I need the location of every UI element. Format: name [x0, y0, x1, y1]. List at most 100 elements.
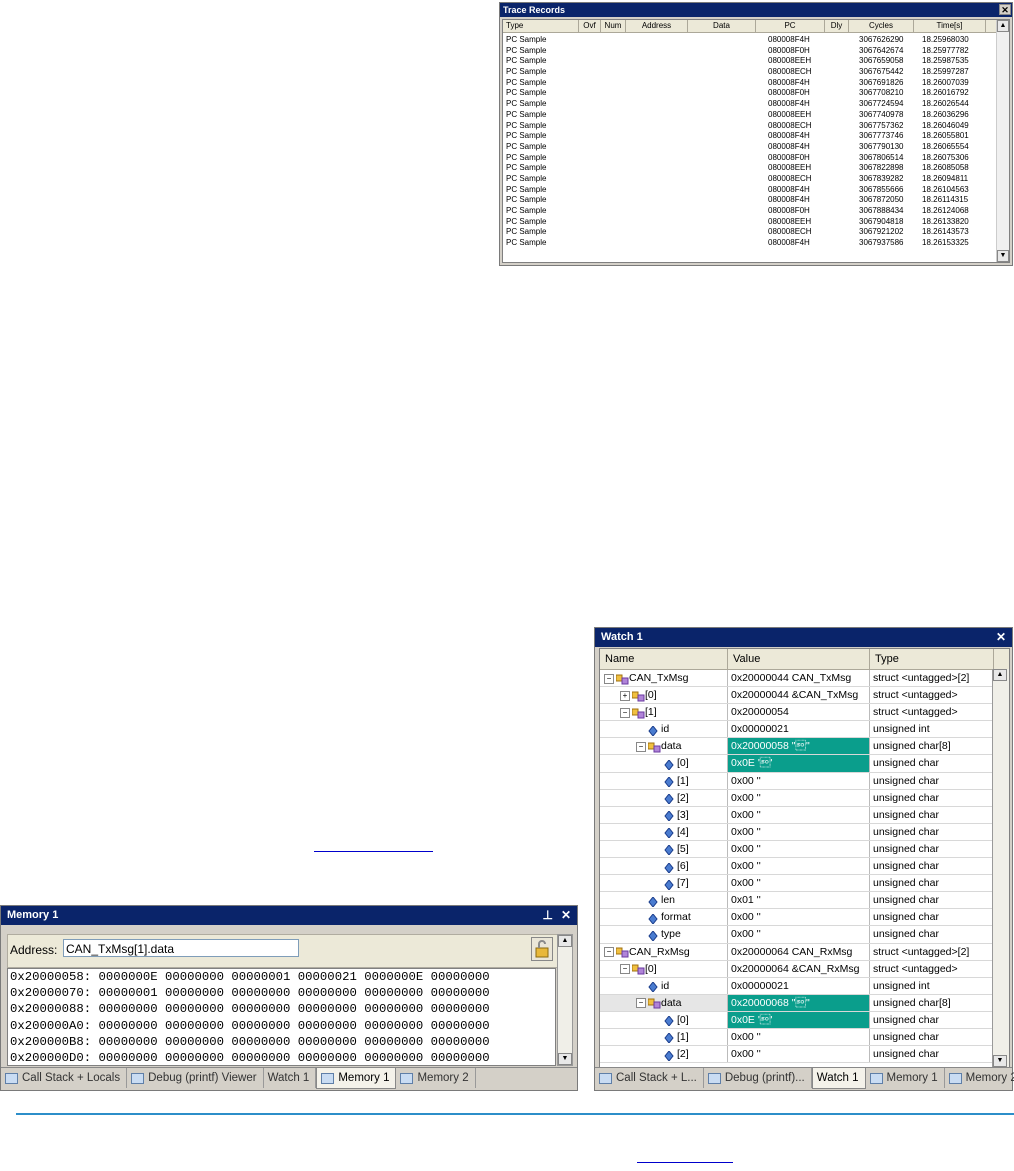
watch-value-cell[interactable]: 0x00 ''	[728, 806, 870, 823]
close-icon[interactable]: ✕	[996, 628, 1006, 647]
trace-close-icon[interactable]: ✕	[999, 4, 1011, 15]
watch-value-cell[interactable]: 0x00 ''	[728, 789, 870, 806]
scroll-up-icon[interactable]: ▲	[993, 669, 1007, 681]
watch-value-cell[interactable]: 0x20000068 ""	[728, 994, 870, 1011]
watch-value-cell[interactable]: 0x00 ''	[728, 858, 870, 875]
watch-value-cell[interactable]: 0x20000064 CAN_RxMsg	[728, 943, 870, 960]
trace-column-header[interactable]: Data	[688, 20, 756, 32]
watch-row[interactable]: [0] 0x0E '' unsigned char	[600, 1011, 1009, 1029]
watch-row[interactable]: id 0x00000021 unsigned int	[600, 977, 1009, 995]
watch-row[interactable]: [5] 0x00 '' unsigned char	[600, 840, 1009, 859]
watch-value-cell[interactable]: 0x00000021	[728, 721, 870, 738]
watch-row[interactable]: − CAN_TxMsg 0x20000044 CAN_TxMsg struct <un…	[600, 670, 1009, 688]
trace-row[interactable]: PC Sample 080008EEH 3067904818 18.26133820	[503, 217, 1009, 228]
trace-row[interactable]: PC Sample 080008F4H 3067872050 18.26114315	[503, 195, 1009, 206]
collapse-icon[interactable]: −	[620, 707, 630, 718]
watch-tab[interactable]: Memory 2	[945, 1068, 1014, 1088]
trace-column-header[interactable]: PC	[756, 20, 825, 32]
memory-dump[interactable]: 0x20000058: 0000000E 00000000 00000001 0…	[7, 968, 556, 1066]
collapse-icon[interactable]: −	[636, 998, 646, 1009]
collapse-icon[interactable]: −	[604, 947, 614, 957]
watch-row[interactable]: − [0] 0x20000064 &CAN_RxMsg struct <untagge…	[600, 960, 1009, 978]
watch-row[interactable]: [3] 0x00 '' unsigned char	[600, 806, 1009, 824]
watch-value-cell[interactable]: 0x0E ''	[728, 755, 870, 772]
trace-column-header[interactable]: Dly	[825, 20, 849, 32]
watch-value-cell[interactable]: 0x00 ''	[728, 875, 870, 892]
watch-value-cell[interactable]: 0x20000054	[728, 704, 870, 721]
watch-value-cell[interactable]: 0x00000021	[728, 977, 870, 994]
trace-row[interactable]: PC Sample 080008F4H 3067773746 18.26055801	[503, 131, 1009, 142]
trace-column-header[interactable]: Time[s]	[914, 20, 986, 32]
watch-scrollbar[interactable]: ▲ ▼	[992, 669, 1009, 1067]
watch-tab[interactable]: Debug (printf)...	[704, 1068, 812, 1088]
scroll-up-icon[interactable]: ▲	[997, 20, 1009, 32]
trace-row[interactable]: PC Sample 080008F4H 3067691826 18.26007039	[503, 78, 1009, 89]
scroll-up-icon[interactable]: ▲	[558, 935, 572, 947]
watch-row[interactable]: [4] 0x00 '' unsigned char	[600, 823, 1009, 841]
column-header-type[interactable]: Type	[870, 649, 994, 669]
watch-row[interactable]: [1] 0x00 '' unsigned char	[600, 1028, 1009, 1047]
trace-row[interactable]: PC Sample 080008EEH 3067740978 18.26036296	[503, 110, 1009, 121]
collapse-icon[interactable]: −	[620, 964, 630, 975]
watch-value-cell[interactable]: 0x20000064 &CAN_RxMsg	[728, 960, 870, 977]
watch-row[interactable]: type 0x00 '' unsigned char	[600, 926, 1009, 944]
hyperlink-underline[interactable]	[314, 851, 433, 852]
trace-row[interactable]: PC Sample 080008F4H 3067626290 18.25968030	[503, 35, 1009, 46]
trace-column-header[interactable]: Type	[503, 20, 579, 32]
lock-icon[interactable]	[531, 937, 553, 961]
memory-tab[interactable]: Memory 1	[316, 1068, 397, 1089]
column-header-value[interactable]: Value	[728, 649, 870, 669]
trace-row[interactable]: PC Sample 080008ECH 3067839282 18.26094811	[503, 174, 1009, 185]
memory-tab[interactable]: Call Stack + Locals	[1, 1068, 128, 1088]
trace-row[interactable]: PC Sample 080008F0H 3067888434 18.26124068	[503, 206, 1009, 217]
memory-scrollbar[interactable]: ▲ ▼	[557, 934, 573, 1066]
pin-icon[interactable]: ⊥	[543, 906, 553, 925]
memory-tab[interactable]: Memory 2	[396, 1068, 476, 1088]
watch-value-cell[interactable]: 0x00 ''	[728, 823, 870, 840]
trace-row[interactable]: PC Sample 080008ECH 3067675442 18.25997287	[503, 67, 1009, 78]
watch-value-cell[interactable]: 0x00 ''	[728, 772, 870, 789]
trace-column-header[interactable]: Num	[601, 20, 626, 32]
watch-row[interactable]: − data 0x20000068 "" unsigned char[8]	[600, 994, 1009, 1012]
watch-tab[interactable]: Call Stack + L...	[595, 1068, 704, 1088]
address-input[interactable]: CAN_TxMsg[1].data	[63, 939, 299, 957]
scroll-down-icon[interactable]: ▼	[997, 250, 1009, 262]
watch-tab[interactable]: Watch 1	[811, 1068, 866, 1089]
watch-row[interactable]: − data 0x20000058 "" unsigned char[8]	[600, 738, 1009, 756]
watch-row[interactable]: [6] 0x00 '' unsigned char	[600, 858, 1009, 876]
watch-row[interactable]: [2] 0x00 '' unsigned char	[600, 789, 1009, 807]
trace-row[interactable]: PC Sample 080008F4H 3067937586 18.26153325	[503, 238, 1009, 249]
watch-row[interactable]: − CAN_RxMsg 0x20000064 CAN_RxMsg struct <un…	[600, 943, 1009, 961]
watch-value-cell[interactable]: 0x00 ''	[728, 1028, 870, 1046]
watch-value-cell[interactable]: 0x00 ''	[728, 909, 870, 926]
trace-row[interactable]: PC Sample 080008F0H 3067642674 18.25977782	[503, 46, 1009, 57]
watch-row[interactable]: [7] 0x00 '' unsigned char	[600, 875, 1009, 893]
close-icon[interactable]: ✕	[561, 906, 571, 925]
watch-row[interactable]: [1] 0x00 '' unsigned char	[600, 772, 1009, 790]
scroll-down-icon[interactable]: ▼	[993, 1055, 1007, 1067]
trace-row[interactable]: PC Sample 080008F0H 3067708210 18.26016792	[503, 88, 1009, 99]
watch-value-cell[interactable]: 0x0E ''	[728, 1011, 870, 1028]
watch-row[interactable]: + [0] 0x20000044 &CAN_TxMsg struct <untagge…	[600, 687, 1009, 705]
watch-value-cell[interactable]: 0x20000044 CAN_TxMsg	[728, 670, 870, 687]
watch-value-cell[interactable]: 0x00 ''	[728, 840, 870, 858]
collapse-icon[interactable]: −	[604, 673, 614, 684]
trace-scrollbar[interactable]: ▲ ▼	[996, 20, 1009, 262]
watch-row[interactable]: len 0x01 '' unsigned char	[600, 892, 1009, 910]
trace-row[interactable]: PC Sample 080008ECH 3067757362 18.26046049	[503, 121, 1009, 132]
trace-row[interactable]: PC Sample 080008EEH 3067659058 18.25987535	[503, 56, 1009, 67]
hyperlink-underline[interactable]	[637, 1162, 733, 1163]
watch-row[interactable]: [2] 0x00 '' unsigned char	[600, 1046, 1009, 1064]
watch-row[interactable]: [0] 0x0E '' unsigned char	[600, 755, 1009, 773]
watch-value-cell[interactable]: 0x01 ''	[728, 892, 870, 909]
watch-row[interactable]: − [1] 0x20000054 struct <untagged>	[600, 704, 1009, 722]
trace-row[interactable]: PC Sample 080008ECH 3067921202 18.26143573	[503, 227, 1009, 238]
watch-value-cell[interactable]: 0x00 ''	[728, 926, 870, 943]
trace-row[interactable]: PC Sample 080008F4H 3067790130 18.26065554	[503, 142, 1009, 153]
collapse-icon[interactable]: −	[636, 741, 646, 752]
memory-tab[interactable]: Debug (printf) Viewer	[127, 1068, 264, 1088]
trace-row[interactable]: PC Sample 080008F4H 3067724594 18.26026544	[503, 99, 1009, 110]
trace-row[interactable]: PC Sample 080008F0H 3067806514 18.26075306	[503, 153, 1009, 164]
watch-tab[interactable]: Memory 1	[866, 1068, 945, 1088]
watch-value-cell[interactable]: 0x20000044 &CAN_TxMsg	[728, 687, 870, 704]
